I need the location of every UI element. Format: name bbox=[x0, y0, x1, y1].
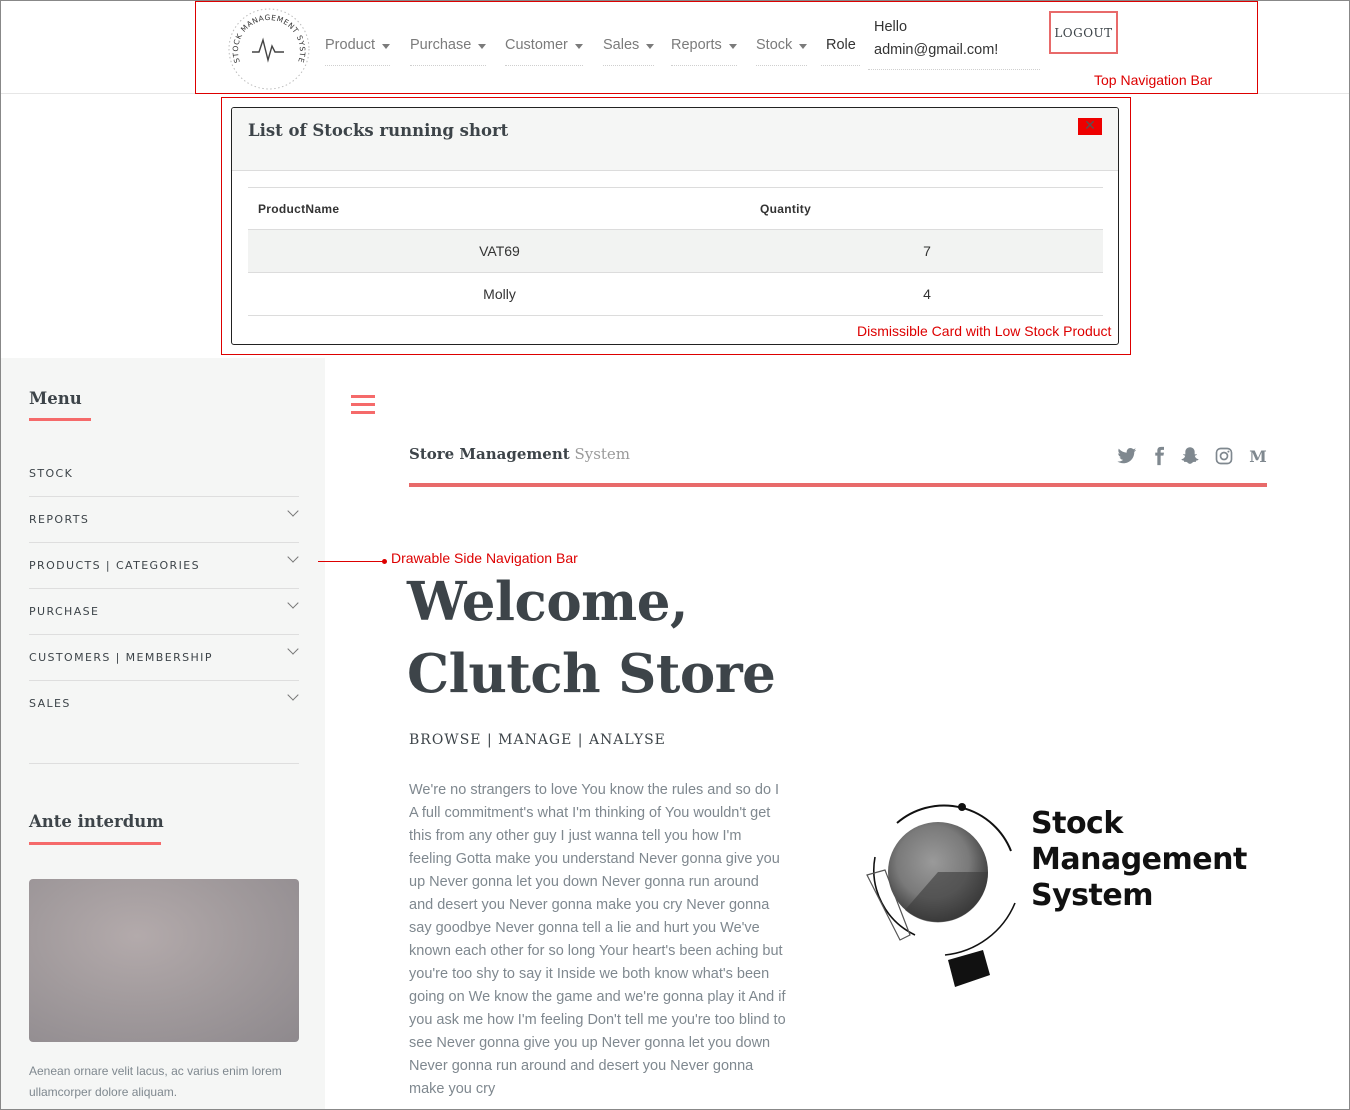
low-stock-table: ProductName Quantity VAT69 7 Molly 4 bbox=[248, 187, 1103, 316]
sidebar-menu-list: STOCK REPORTS PRODUCTS | CATEGORIES PURC… bbox=[29, 450, 299, 726]
heading-underline bbox=[29, 842, 161, 845]
chevron-down-icon[interactable] bbox=[287, 597, 299, 609]
table-header-row: ProductName Quantity bbox=[248, 187, 1103, 230]
facebook-icon[interactable] bbox=[1149, 446, 1169, 466]
cell-quantity: 4 bbox=[751, 272, 1103, 316]
sidebar-item-stock[interactable]: STOCK bbox=[29, 450, 299, 496]
sidebar-item-customers-membership[interactable]: CUSTOMERS | MEMBERSHIP bbox=[29, 634, 299, 680]
instagram-icon[interactable] bbox=[1214, 446, 1234, 466]
heading-underline bbox=[29, 418, 91, 421]
welcome-heading: Welcome, Clutch Store bbox=[407, 566, 776, 710]
chevron-down-icon[interactable] bbox=[287, 689, 299, 701]
side-navigation-bar: Menu STOCK REPORTS PRODUCTS | CATEGORIES… bbox=[1, 358, 325, 1110]
annotation-leader-dot bbox=[382, 559, 387, 564]
annotation-label-card: Dismissible Card with Low Stock Product bbox=[857, 323, 1112, 339]
welcome-line-1: Welcome, bbox=[407, 571, 688, 633]
column-header-quantity: Quantity bbox=[751, 187, 1103, 230]
sidebar-divider bbox=[29, 763, 299, 764]
brand-light: System bbox=[569, 445, 631, 463]
sidebar-item-sales[interactable]: SALES bbox=[29, 680, 299, 726]
chevron-down-icon[interactable] bbox=[287, 505, 299, 517]
logo-word-1: Stock bbox=[1031, 806, 1123, 841]
header-divider bbox=[409, 483, 1267, 487]
cell-product: Molly bbox=[248, 272, 751, 316]
annotation-label-sidebar: Drawable Side Navigation Bar bbox=[391, 550, 578, 566]
svg-text:M: M bbox=[1249, 447, 1267, 466]
sidebar-item-label: SALES bbox=[29, 697, 71, 710]
column-header-productname: ProductName bbox=[248, 187, 751, 230]
snapchat-icon[interactable] bbox=[1180, 446, 1200, 466]
sidebar-item-purchase[interactable]: PURCHASE bbox=[29, 588, 299, 634]
brand-title[interactable]: Store Management System bbox=[409, 445, 630, 463]
cell-quantity: 7 bbox=[751, 229, 1103, 273]
annotation-label-topnav: Top Navigation Bar bbox=[1094, 72, 1213, 88]
sidebar-section-heading: Ante interdum bbox=[29, 812, 164, 831]
card-title: List of Stocks running short bbox=[248, 121, 509, 140]
logo-word-3: System bbox=[1031, 878, 1153, 913]
logo-word-2: Management bbox=[1031, 842, 1247, 877]
medium-icon[interactable]: M bbox=[1248, 446, 1268, 466]
table-row: Molly 4 bbox=[248, 272, 1103, 316]
table-row: VAT69 7 bbox=[248, 229, 1103, 273]
sidebar-item-label: STOCK bbox=[29, 466, 74, 480]
chevron-down-icon[interactable] bbox=[287, 643, 299, 655]
sidebar-image[interactable] bbox=[29, 879, 299, 1042]
low-stock-card: List of Stocks running short ✕ ProductNa… bbox=[231, 107, 1119, 345]
card-header: List of Stocks running short ✕ bbox=[232, 108, 1118, 171]
sidebar-item-products-categories[interactable]: PRODUCTS | CATEGORIES bbox=[29, 542, 299, 588]
sidebar-item-label: PURCHASE bbox=[29, 605, 100, 618]
twitter-icon[interactable] bbox=[1117, 446, 1137, 466]
hamburger-menu-icon[interactable] bbox=[351, 395, 375, 415]
logo-wordmark: Stock Management System bbox=[1031, 806, 1247, 914]
brand-bold: Store Management bbox=[409, 445, 570, 463]
annotation-leader-line bbox=[318, 561, 385, 562]
welcome-line-2: Clutch Store bbox=[407, 643, 776, 705]
tagline: BROWSE | MANAGE | ANALYSE bbox=[409, 732, 666, 748]
intro-paragraph: We're no strangers to love You know the … bbox=[409, 782, 786, 1097]
sidebar-item-label: REPORTS bbox=[29, 513, 90, 526]
sidebar-menu-heading: Menu bbox=[29, 389, 82, 408]
sidebar-item-label: PRODUCTS | CATEGORIES bbox=[29, 559, 200, 572]
chevron-down-icon[interactable] bbox=[287, 551, 299, 563]
cell-product: VAT69 bbox=[248, 229, 751, 273]
sidebar-section-text: Aenean ornare velit lacus, ac varius eni… bbox=[29, 1064, 282, 1099]
sidebar-item-label: CUSTOMERS | MEMBERSHIP bbox=[29, 651, 213, 664]
sidebar-item-reports[interactable]: REPORTS bbox=[29, 496, 299, 542]
close-icon[interactable]: ✕ bbox=[1078, 118, 1102, 135]
